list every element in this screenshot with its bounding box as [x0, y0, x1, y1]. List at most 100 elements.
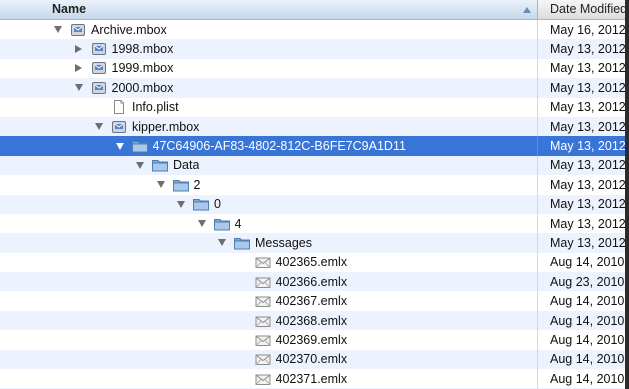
email-icon: [255, 275, 271, 289]
name-cell: 402369.emlx: [0, 330, 538, 350]
item-name-label: 402367.emlx: [275, 294, 348, 309]
date-modified-column-header[interactable]: Date Modified: [538, 0, 629, 19]
list-item[interactable]: 2 May 13, 2012: [0, 175, 629, 195]
message-file-row[interactable]: 402365.emlx Aug 14, 2010: [0, 252, 629, 273]
email-icon: [255, 352, 271, 366]
item-name-label: Info.plist: [132, 100, 179, 115]
name-cell: 4: [0, 213, 538, 234]
sort-ascending-icon: [523, 7, 531, 13]
name-cell: 2: [0, 175, 538, 195]
list-item[interactable]: 1999.mbox May 13, 2012: [0, 58, 629, 79]
name-cell: 402365.emlx: [0, 252, 538, 273]
list-item[interactable]: 2000.mbox May 13, 2012: [0, 78, 629, 98]
message-file-row[interactable]: 402368.emlx Aug 14, 2010: [0, 310, 629, 331]
message-file-row[interactable]: 402370.emlx Aug 14, 2010: [0, 349, 629, 370]
list-item[interactable]: Messages May 13, 2012: [0, 233, 629, 253]
list-item[interactable]: 47C64906-AF83-4802-812C-B6FE7C9A1D11 May …: [0, 136, 629, 156]
document-icon: [111, 100, 127, 115]
folder-icon: [172, 178, 189, 192]
disclosure-expanded-icon[interactable]: [175, 198, 187, 210]
email-icon: [255, 255, 271, 269]
name-column-label: Name: [52, 2, 87, 16]
disclosure-collapsed-icon[interactable]: [73, 43, 85, 55]
item-name-label: 402369.emlx: [275, 332, 348, 347]
disclosure-expanded-icon[interactable]: [114, 140, 126, 152]
message-file-row[interactable]: 402367.emlx Aug 14, 2010: [0, 291, 629, 311]
name-cell: 0: [0, 194, 538, 214]
name-cell: 402368.emlx: [0, 310, 538, 331]
disclosure-collapsed-icon[interactable]: [73, 62, 85, 74]
email-icon: [255, 372, 271, 386]
mbox-icon: [91, 81, 107, 95]
name-cell: Archive.mbox: [0, 20, 538, 40]
date-modified-cell: May 13, 2012: [550, 158, 626, 173]
list-item[interactable]: kipper.mbox May 13, 2012: [0, 116, 629, 137]
list-item[interactable]: Archive.mbox May 16, 2012: [0, 20, 629, 40]
name-cell: 402370.emlx: [0, 349, 538, 370]
name-cell: Messages: [0, 233, 538, 253]
disclosure-expanded-icon[interactable]: [196, 218, 208, 230]
date-modified-cell: May 13, 2012: [550, 235, 626, 250]
email-icon: [255, 314, 271, 328]
name-cell: 1998.mbox: [0, 39, 538, 59]
date-modified-cell: May 13, 2012: [550, 119, 626, 134]
item-name-label: 402370.emlx: [275, 352, 348, 367]
mbox-icon: [70, 23, 86, 37]
list-item[interactable]: 0 May 13, 2012: [0, 194, 629, 214]
list-item[interactable]: Info.plist May 13, 2012: [0, 97, 629, 117]
date-modified-cell: May 13, 2012: [550, 216, 626, 231]
disclosure-expanded-icon[interactable]: [216, 237, 228, 249]
disclosure-expanded-icon[interactable]: [52, 24, 64, 36]
email-icon: [255, 333, 271, 347]
date-modified-cell: May 13, 2012: [550, 42, 626, 57]
date-modified-cell: May 13, 2012: [550, 61, 626, 76]
disclosure-expanded-icon[interactable]: [73, 82, 85, 94]
item-name-label: 402366.emlx: [275, 274, 348, 289]
finder-list-view: Name Date Modified Archive.mbox May 16, 2…: [0, 0, 629, 389]
date-modified-cell: Aug 14, 2010: [550, 313, 625, 328]
item-name-label: Data: [173, 158, 200, 173]
item-name-label: 402365.emlx: [275, 255, 348, 270]
item-name-label: 2000.mbox: [111, 80, 174, 95]
date-modified-cell: Aug 14, 2010: [550, 255, 625, 270]
item-name-label: 1999.mbox: [111, 61, 174, 76]
item-name-label: 2: [193, 177, 201, 192]
message-file-row[interactable]: 402369.emlx Aug 14, 2010: [0, 330, 629, 350]
item-name-label: 4: [234, 216, 242, 231]
name-cell: 2000.mbox: [0, 78, 538, 98]
disclosure-expanded-icon[interactable]: [93, 121, 105, 133]
window-edge: [625, 0, 629, 389]
name-cell: 402371.emlx: [0, 369, 538, 389]
mbox-icon: [91, 42, 107, 56]
column-header-bar: Name Date Modified: [0, 0, 629, 20]
name-cell: 402367.emlx: [0, 291, 538, 311]
list-item[interactable]: 1998.mbox May 13, 2012: [0, 39, 629, 59]
disclosure-expanded-icon[interactable]: [134, 159, 146, 171]
name-cell: 47C64906-AF83-4802-812C-B6FE7C9A1D11: [0, 136, 538, 156]
message-file-row[interactable]: 402366.emlx Aug 23, 2010: [0, 272, 629, 292]
date-modified-cell: Aug 23, 2010: [550, 274, 625, 289]
item-name-label: Archive.mbox: [91, 22, 167, 37]
date-modified-cell: Aug 14, 2010: [550, 294, 625, 309]
date-modified-cell: May 13, 2012: [550, 139, 626, 154]
folder-icon: [234, 236, 250, 250]
item-name-label: 0: [214, 197, 221, 212]
item-name-label: 402371.emlx: [275, 371, 348, 386]
date-modified-cell: Aug 14, 2010: [550, 371, 625, 386]
message-file-row[interactable]: 402371.emlx Aug 14, 2010: [0, 369, 629, 389]
date-modified-cell: May 13, 2012: [550, 177, 626, 192]
folder-icon: [131, 139, 148, 153]
mbox-icon: [91, 61, 107, 75]
item-name-label: 402368.emlx: [275, 313, 348, 328]
name-cell: 1999.mbox: [0, 58, 538, 79]
item-name-label: 47C64906-AF83-4802-812C-B6FE7C9A1D11: [152, 139, 406, 154]
list-item[interactable]: Data May 13, 2012: [0, 155, 629, 176]
folder-icon: [193, 197, 209, 211]
email-icon: [255, 294, 271, 308]
date-modified-cell: Aug 14, 2010: [550, 332, 625, 347]
disclosure-expanded-icon[interactable]: [155, 179, 167, 191]
folder-icon: [213, 217, 230, 231]
name-column-header[interactable]: Name: [0, 0, 538, 19]
list-item[interactable]: 4 May 13, 2012: [0, 213, 629, 234]
item-name-label: 1998.mbox: [111, 42, 174, 57]
